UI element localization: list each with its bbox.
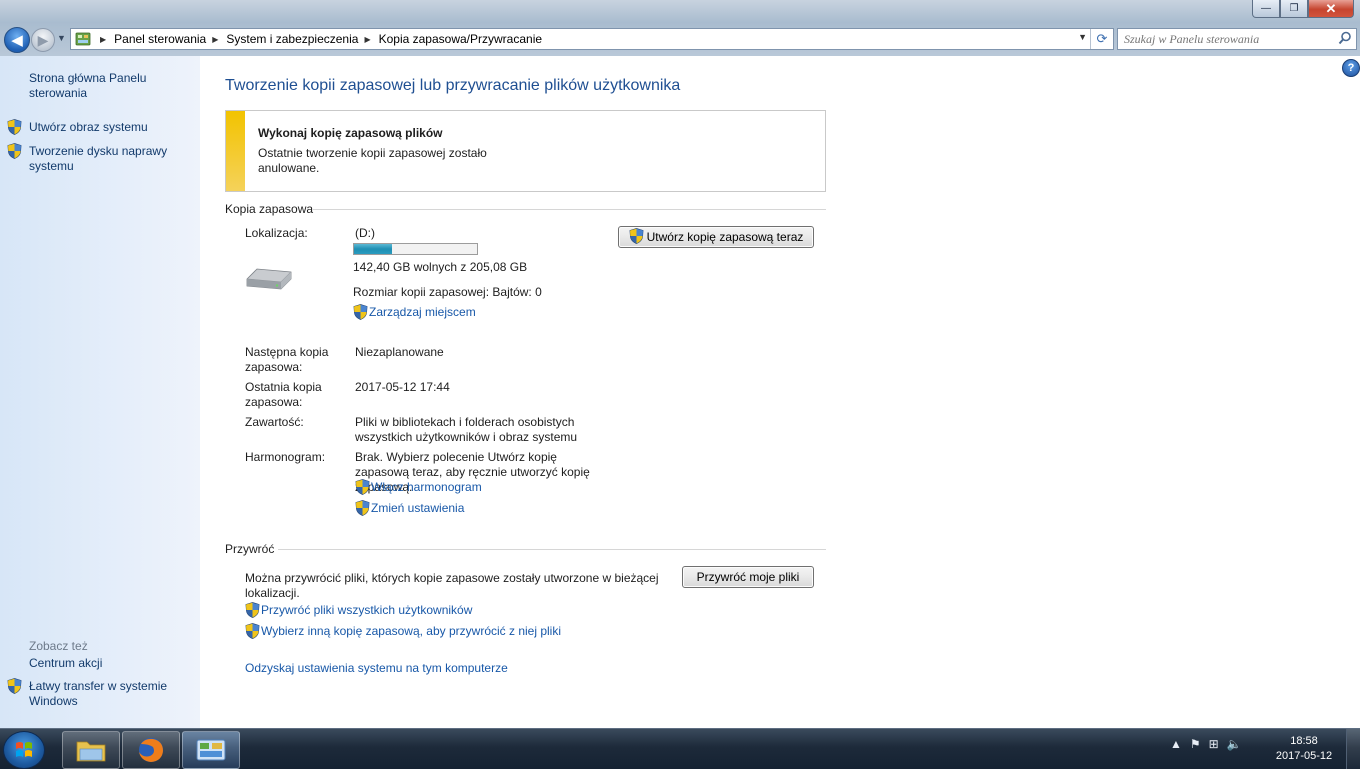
uac-shield-icon — [7, 143, 22, 159]
address-dropdown-icon[interactable]: ▼ — [1078, 32, 1087, 42]
control-panel-icon — [196, 739, 226, 761]
window-chrome: — ❐ ✕ ◀ ▶ ▼ ▶ Panel sterowania ▶ System … — [0, 0, 1360, 56]
last-backup-value: 2017-05-12 17:44 — [355, 380, 450, 394]
alert-title: Wykonaj kopię zapasową plików — [258, 126, 443, 140]
manage-space-link[interactable]: Zarządzaj miejscem — [353, 304, 623, 321]
sidebar-home-link[interactable]: Strona główna Panelu sterowania — [29, 71, 189, 101]
recent-pages-dropdown[interactable]: ▼ — [57, 33, 66, 43]
schedule-label: Harmonogram: — [245, 450, 326, 464]
restore-my-files-button[interactable]: Przywróć moje pliki — [682, 566, 814, 588]
window-controls: — ❐ ✕ — [1252, 0, 1354, 18]
arrow-left-icon: ◀ — [11, 32, 23, 49]
disk-usage-fill — [354, 244, 393, 254]
network-icon[interactable]: ⊞ — [1209, 737, 1219, 751]
uac-shield-icon — [245, 602, 260, 618]
uac-shield-icon — [7, 678, 22, 694]
breadcrumb-separator[interactable]: ▶ — [100, 35, 106, 44]
page-title: Tworzenie kopii zapasowej lub przywracan… — [225, 77, 681, 94]
action-center-flag-icon[interactable]: ⚑ — [1190, 737, 1201, 751]
search-input[interactable] — [1124, 31, 1334, 47]
close-button[interactable]: ✕ — [1308, 0, 1354, 18]
uac-shield-icon — [7, 119, 22, 135]
refresh-icon[interactable]: ⟳ — [1090, 29, 1113, 49]
uac-shield-icon — [355, 500, 370, 516]
start-button[interactable] — [3, 731, 45, 769]
change-settings-link[interactable]: Zmień ustawienia — [355, 500, 625, 517]
clock-time: 18:58 — [1290, 735, 1318, 747]
backup-drive: (D:) — [355, 226, 375, 240]
sidebar-item-action-center[interactable]: Centrum akcji — [29, 656, 189, 671]
next-backup-value: Niezaplanowane — [355, 345, 444, 359]
sidebar-item-repair-disc[interactable]: Tworzenie dysku naprawy systemu — [29, 144, 179, 174]
notification-area: ▲ ⚑ ⊞ 🔈 — [1170, 737, 1242, 751]
help-icon[interactable]: ? — [1342, 59, 1360, 77]
show-desktop-button[interactable] — [1346, 729, 1360, 769]
turn-on-schedule-link[interactable]: Włącz harmonogram — [355, 479, 625, 496]
divider — [313, 209, 826, 210]
backup-size-text: Rozmiar kopii zapasowej: Bajtów: 0 — [353, 285, 542, 299]
restore-all-users-label[interactable]: Przywróć pliki wszystkich użytkowników — [261, 603, 472, 617]
search-box[interactable] — [1117, 28, 1357, 50]
uac-shield-icon — [629, 228, 644, 244]
task-pane: Strona główna Panelu sterowania Utwórz o… — [0, 56, 200, 728]
breadcrumb-control-panel[interactable]: Panel sterowania — [114, 32, 206, 46]
see-also-heading: Zobacz też — [29, 639, 88, 653]
maximize-button[interactable]: ❐ — [1280, 0, 1308, 18]
contents-value: Pliki w bibliotekach i folderach osobist… — [355, 415, 578, 444]
show-hidden-icons-icon[interactable]: ▲ — [1170, 737, 1182, 751]
address-bar[interactable]: ▶ Panel sterowania ▶ System i zabezpiecz… — [70, 28, 1114, 50]
minimize-button[interactable]: — — [1252, 0, 1280, 18]
search-icon[interactable] — [1338, 31, 1352, 45]
turn-on-schedule-label[interactable]: Włącz harmonogram — [371, 480, 482, 494]
breadcrumb-backup-restore[interactable]: Kopia zapasowa/Przywracanie — [379, 32, 542, 46]
alert-text: Ostatnie tworzenie kopii zapasowej zosta… — [258, 146, 487, 175]
location-label: Lokalizacja: — [245, 226, 308, 240]
restore-all-users-link[interactable]: Przywróć pliki wszystkich użytkowników — [245, 602, 645, 619]
forward-button[interactable]: ▶ — [31, 28, 55, 52]
uac-shield-icon — [355, 479, 370, 495]
select-other-backup-link[interactable]: Wybierz inną kopię zapasową, aby przywró… — [245, 623, 665, 640]
last-backup-label: Ostatnia kopia zapasowa: — [245, 380, 322, 409]
folder-icon — [76, 741, 106, 762]
taskbar-firefox-button[interactable] — [122, 731, 180, 769]
volume-icon[interactable]: 🔈 — [1227, 737, 1242, 751]
restore-section-heading: Przywróć — [225, 542, 275, 556]
next-backup-label: Następna kopia zapasowa: — [245, 345, 329, 374]
divider — [278, 549, 826, 550]
manage-space-label[interactable]: Zarządzaj miejscem — [369, 305, 476, 319]
sidebar-item-easy-transfer[interactable]: Łatwy transfer w systemie Windows — [29, 679, 179, 709]
alert-warning-bar — [226, 111, 245, 191]
sidebar-item-create-image[interactable]: Utwórz obraz systemu — [29, 120, 189, 135]
backup-now-button[interactable]: Utwórz kopię zapasową teraz — [618, 226, 814, 248]
arrow-right-icon: ▶ — [37, 31, 49, 48]
windows-logo-icon — [16, 742, 32, 757]
breadcrumb-separator[interactable]: ▶ — [364, 35, 370, 44]
backup-now-label: Utwórz kopię zapasową teraz — [646, 230, 804, 244]
taskbar: ▲ ⚑ ⊞ 🔈 18:58 2017-05-12 — [0, 728, 1360, 769]
taskbar-control-panel-button[interactable] — [182, 731, 240, 769]
recover-system-settings-link[interactable]: Odzyskaj ustawienia systemu na tym kompu… — [245, 661, 645, 676]
restore-description: Można przywrócić pliki, których kopie za… — [245, 571, 659, 600]
change-settings-label[interactable]: Zmień ustawienia — [371, 501, 464, 515]
breadcrumb-system-security[interactable]: System i zabezpieczenia — [226, 32, 358, 46]
taskbar-explorer-button[interactable] — [62, 731, 120, 769]
firefox-icon — [139, 738, 163, 762]
backup-alert: Wykonaj kopię zapasową plików Ostatnie t… — [225, 110, 826, 192]
main-content: ? Tworzenie kopii zapasowej lub przywrac… — [200, 56, 1360, 728]
uac-shield-icon — [353, 304, 368, 320]
breadcrumb-separator[interactable]: ▶ — [212, 35, 218, 44]
contents-label: Zawartość: — [245, 415, 304, 429]
back-button[interactable]: ◀ — [4, 27, 30, 53]
disk-usage-bar — [353, 243, 478, 255]
free-space-text: 142,40 GB wolnych z 205,08 GB — [353, 260, 528, 274]
control-panel-icon — [75, 32, 91, 46]
select-other-backup-label[interactable]: Wybierz inną kopię zapasową, aby przywró… — [261, 624, 561, 638]
backup-section-heading: Kopia zapasowa — [225, 202, 314, 216]
clock[interactable]: 18:58 2017-05-12 — [1270, 734, 1338, 764]
uac-shield-icon — [245, 623, 260, 639]
clock-date: 2017-05-12 — [1275, 750, 1333, 762]
hard-drive-icon — [246, 268, 292, 290]
